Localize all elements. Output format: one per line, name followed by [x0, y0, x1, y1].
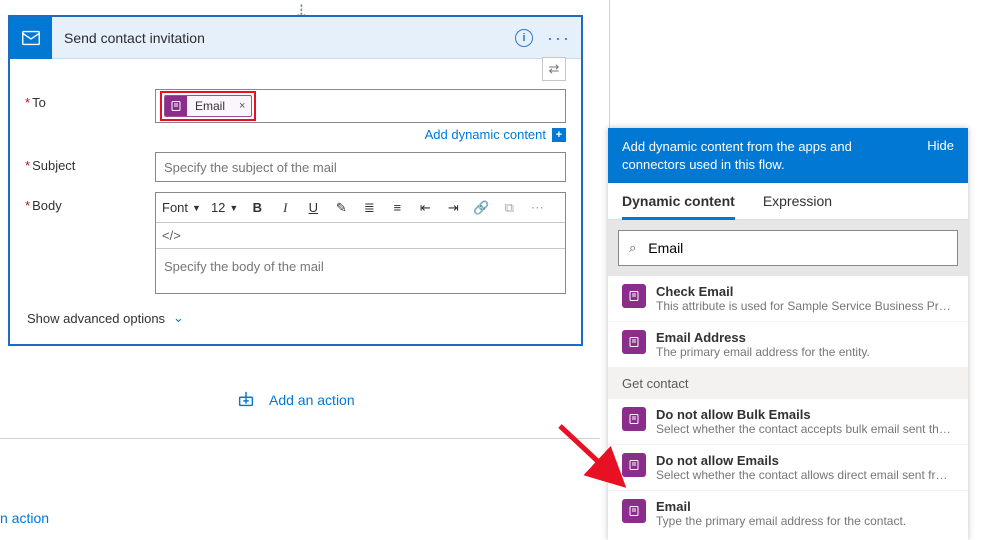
bullet-list-button[interactable]: ≣ — [360, 200, 378, 216]
outlook-icon — [10, 17, 52, 59]
font-size-select[interactable]: 12 ▼ — [211, 200, 238, 215]
tab-expression[interactable]: Expression — [763, 193, 832, 219]
list-item[interactable]: Check EmailThis attribute is used for Sa… — [608, 276, 968, 322]
search-icon: ⌕ — [629, 240, 636, 256]
partial-link[interactable]: n action — [0, 510, 49, 526]
vertical-divider — [609, 0, 610, 128]
highlight-button[interactable]: ✎ — [332, 200, 350, 216]
list-item-email[interactable]: EmailType the primary email address for … — [608, 491, 968, 536]
divider — [0, 438, 600, 439]
results-list[interactable]: Check EmailThis attribute is used for Sa… — [608, 276, 968, 536]
token-remove-icon[interactable]: × — [233, 100, 251, 112]
list-item[interactable]: Do not allow EmailsSelect whether the co… — [608, 445, 968, 491]
add-dynamic-content-link[interactable]: Add dynamic content — [425, 127, 546, 142]
panel-tabs: Dynamic content Expression — [608, 183, 968, 220]
section-header-get-contact: Get contact — [608, 368, 968, 399]
body-label: Body — [25, 198, 62, 213]
card-header[interactable]: Send contact invitation i ··· — [10, 17, 581, 59]
toolbar-more-button[interactable]: ⋯ — [528, 200, 546, 216]
token-label: Email — [187, 99, 233, 113]
panel-header-text: Add dynamic content from the apps and co… — [622, 138, 917, 173]
list-item[interactable]: Do not allow Bulk EmailsSelect whether t… — [608, 399, 968, 445]
dataverse-icon — [622, 284, 646, 308]
swap-mode-button[interactable]: ⇄ — [542, 57, 566, 81]
font-family-select[interactable]: Font ▼ — [162, 200, 201, 215]
to-input[interactable]: Email × — [155, 89, 566, 123]
info-icon[interactable]: i — [515, 29, 533, 47]
dynamic-content-panel: Add dynamic content from the apps and co… — [608, 128, 968, 540]
code-view-button[interactable]: </> — [162, 228, 181, 243]
search-box[interactable]: ⌕ — [618, 230, 958, 266]
token-email[interactable]: Email × — [164, 95, 252, 117]
outdent-button[interactable]: ⇤ — [416, 200, 434, 216]
numbered-list-button[interactable]: ≡ — [388, 200, 406, 215]
action-card-send-contact-invitation: Send contact invitation i ··· To ⇄ Email — [8, 15, 583, 346]
more-menu-button[interactable]: ··· — [547, 29, 571, 47]
show-advanced-options[interactable]: Show advanced options ⌄ — [25, 306, 566, 326]
dataverse-icon — [622, 453, 646, 477]
to-label: To — [25, 95, 46, 110]
body-editor: Font ▼ 12 ▼ B I U ✎ ≣ ≡ ⇤ — [155, 192, 566, 294]
unlink-button[interactable]: ⧉ — [500, 200, 518, 216]
link-button[interactable]: 🔗 — [472, 200, 490, 216]
add-action-icon — [235, 390, 257, 410]
indent-button[interactable]: ⇥ — [444, 200, 462, 216]
editor-toolbar: Font ▼ 12 ▼ B I U ✎ ≣ ≡ ⇤ — [156, 193, 565, 223]
card-body: To ⇄ Email × Add dynamic — [10, 59, 581, 344]
dataverse-icon — [622, 407, 646, 431]
list-item[interactable]: Email AddressThe primary email address f… — [608, 322, 968, 368]
plus-icon[interactable]: + — [552, 128, 566, 142]
subject-label: Subject — [25, 158, 75, 173]
add-action-button[interactable]: Add an action — [235, 390, 355, 410]
dataverse-icon — [165, 95, 187, 117]
highlight-box: Email × — [160, 91, 256, 121]
bold-button[interactable]: B — [248, 200, 266, 215]
tab-dynamic-content[interactable]: Dynamic content — [622, 193, 735, 220]
body-textarea[interactable]: Specify the body of the mail — [156, 249, 565, 293]
underline-button[interactable]: U — [304, 200, 322, 215]
hide-panel-button[interactable]: Hide — [927, 138, 954, 173]
card-title: Send contact invitation — [52, 30, 515, 46]
subject-input[interactable] — [155, 152, 566, 182]
search-input[interactable] — [646, 239, 947, 257]
dataverse-icon — [622, 499, 646, 523]
chevron-down-icon: ⌄ — [173, 310, 184, 326]
panel-header: Add dynamic content from the apps and co… — [608, 128, 968, 183]
italic-button[interactable]: I — [276, 200, 294, 216]
dataverse-icon — [622, 330, 646, 354]
